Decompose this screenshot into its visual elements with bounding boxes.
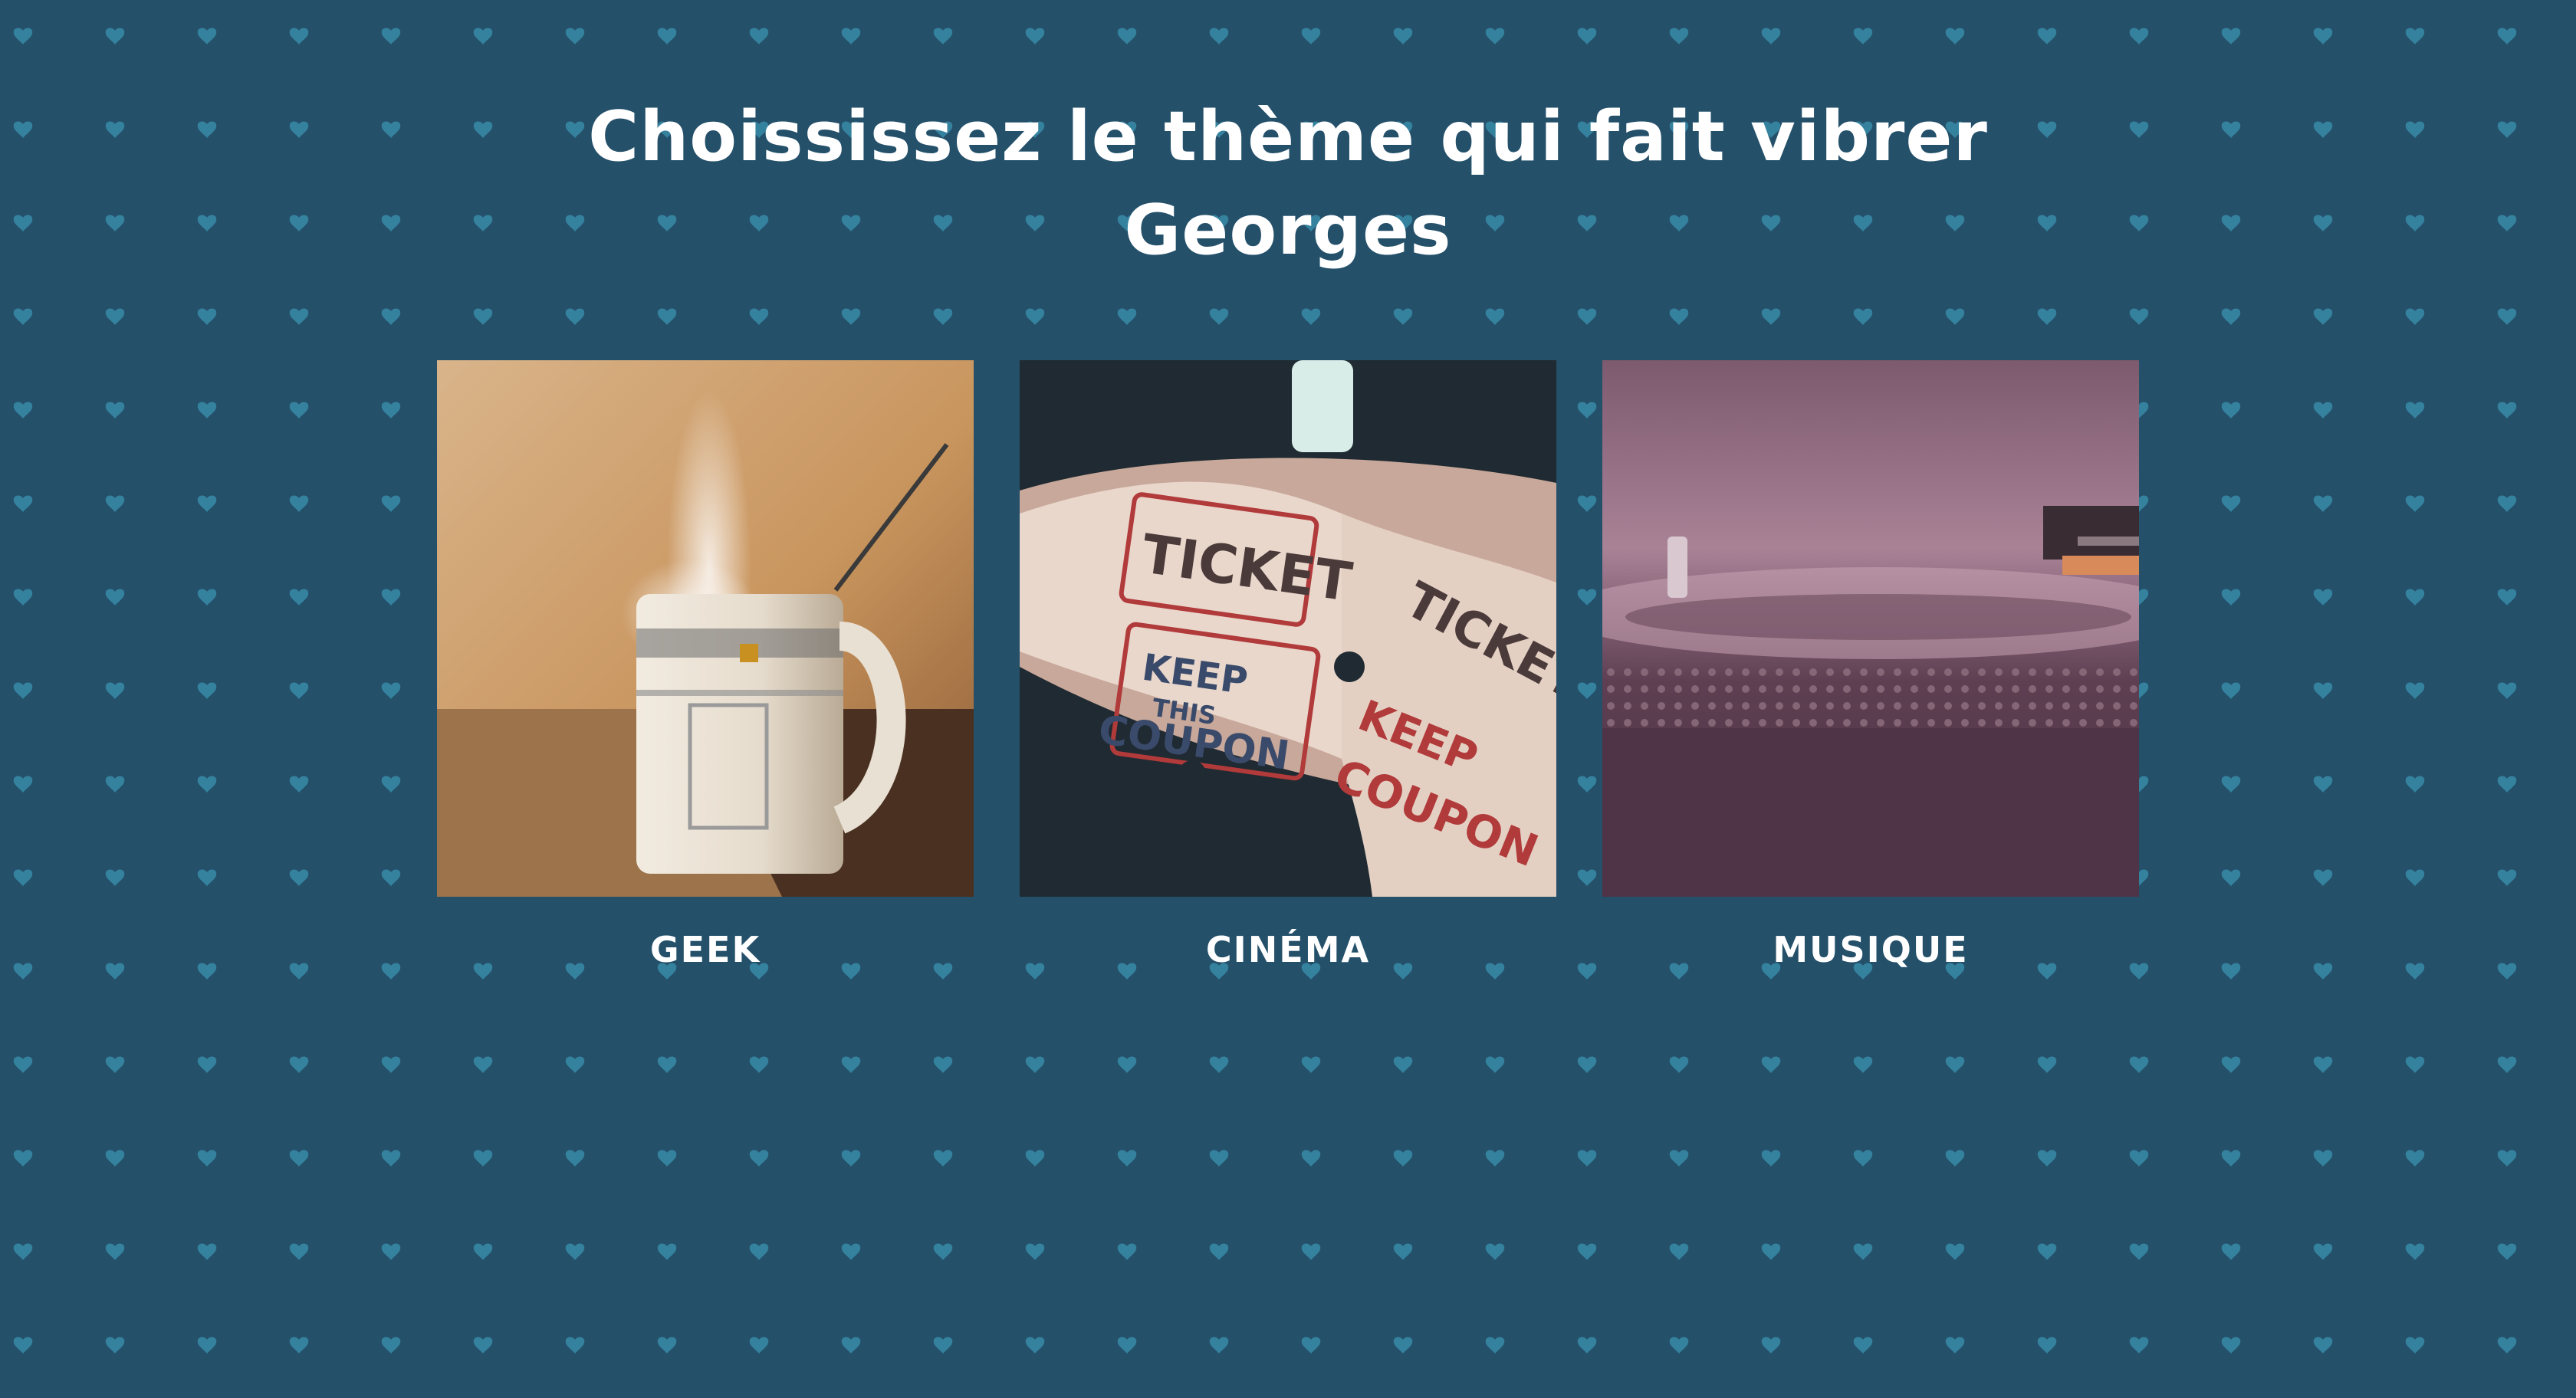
theme-label[interactable]: CINÉMA <box>1020 929 1556 970</box>
theme-label[interactable]: MUSIQUE <box>1602 929 2139 970</box>
page-title: Choississez le thème qui fait vibrer Geo… <box>588 97 1988 271</box>
theme-card-geek[interactable]: GEEK <box>437 360 974 970</box>
theme-card-cinema[interactable]: TICKET KEEP THIS COUPON TICKET KEEP COUP… <box>1020 360 1556 970</box>
steaming-mug-photo[interactable] <box>437 360 974 897</box>
record-player-photo[interactable] <box>1602 360 2139 897</box>
cinema-tickets-photo[interactable]: TICKET KEEP THIS COUPON TICKET KEEP COUP… <box>1020 360 1556 897</box>
theme-label[interactable]: GEEK <box>437 929 974 970</box>
theme-card-musique[interactable]: MUSIQUE <box>1602 360 2139 970</box>
theme-cards: GEEK TICKET KEEP THIS COUPON TICKET KEEP… <box>437 360 2139 989</box>
